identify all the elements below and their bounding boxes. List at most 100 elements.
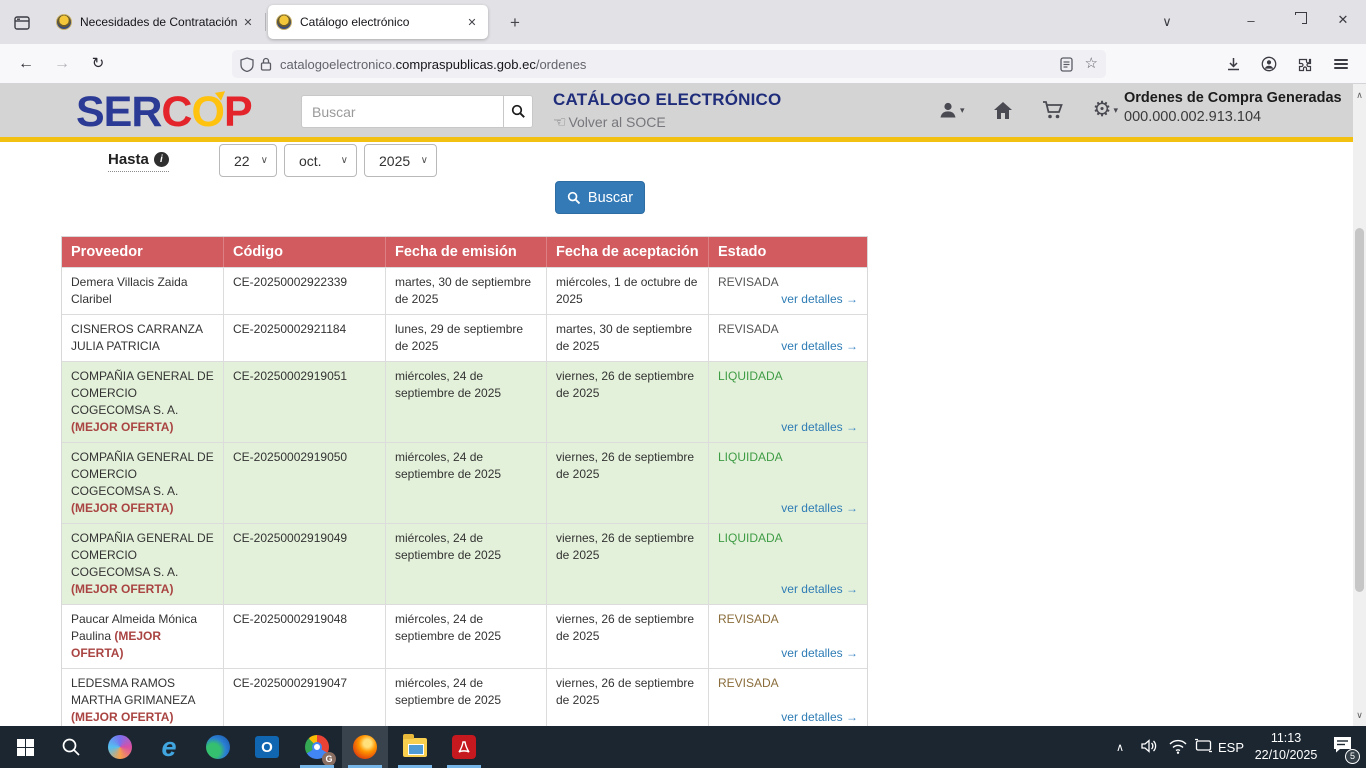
- start-button[interactable]: [2, 726, 48, 768]
- info-icon[interactable]: i: [154, 152, 169, 167]
- tab-title: Necesidades de Contratación y: [80, 15, 240, 29]
- cell-proveedor: COMPAÑIA GENERAL DE COMERCIO COGECOMSA S…: [62, 443, 224, 523]
- new-tab-button[interactable]: +: [503, 11, 527, 35]
- extensions-icon[interactable]: [1290, 51, 1320, 77]
- tab-catalogo-active[interactable]: Catálogo electrónico ✕: [268, 5, 488, 39]
- gear-icon: ⚙: [1093, 100, 1112, 120]
- desktop: Necesidades de Contratación y ✕ Catálogo…: [0, 0, 1366, 768]
- caret-down-icon: ▾: [1113, 105, 1118, 116]
- buscar-button[interactable]: Buscar: [555, 181, 645, 214]
- ver-detalles-link[interactable]: ver detalles →: [781, 500, 858, 517]
- cell-fecha-emision: lunes, 29 de septiembre de 2025: [386, 315, 547, 361]
- taskbar-outlook-icon[interactable]: O: [244, 726, 290, 768]
- catalog-search-button[interactable]: [503, 95, 533, 128]
- ver-detalles-link[interactable]: ver detalles →: [781, 291, 858, 308]
- scrollbar-thumb[interactable]: [1355, 228, 1364, 592]
- cell-fecha-aceptacion: viernes, 26 de septiembre de 2025: [547, 362, 709, 442]
- tab-close-icon[interactable]: ✕: [464, 16, 480, 29]
- table-row: Paucar Almeida Mónica Paulina (MEJOR OFE…: [62, 604, 867, 668]
- home-icon: [993, 101, 1013, 120]
- scroll-up-arrow[interactable]: ∧: [1353, 88, 1366, 102]
- url-text: catalogoelectronico.compraspublicas.gob.…: [280, 57, 1052, 72]
- downloads-icon[interactable]: [1218, 51, 1248, 77]
- arrow-right-icon: →: [846, 420, 858, 434]
- forward-button[interactable]: →: [48, 51, 76, 77]
- ver-detalles-link[interactable]: ver detalles →: [781, 581, 858, 598]
- list-all-tabs-icon[interactable]: ∨: [1144, 8, 1190, 36]
- taskbar-acrobat-icon[interactable]: [441, 726, 487, 768]
- year-select[interactable]: 2025∨: [364, 144, 437, 177]
- reload-button[interactable]: ↻: [84, 51, 112, 77]
- status-badge: LIQUIDADA: [718, 530, 858, 547]
- windows-taskbar: e O G ∧ ESP 11:13 2: [0, 726, 1366, 768]
- firefox-view-icon[interactable]: [8, 9, 36, 36]
- day-select[interactable]: 22∨: [219, 144, 277, 177]
- taskbar-copilot-icon[interactable]: [97, 726, 143, 768]
- scroll-down-arrow[interactable]: ∨: [1353, 708, 1366, 722]
- cell-estado: REVISADA ver detalles →: [709, 605, 867, 668]
- bookmark-star-icon[interactable]: ☆: [1085, 57, 1098, 71]
- window-minimize-button[interactable]: –: [1228, 0, 1274, 40]
- page-title: CATÁLOGO ELECTRÓNICO: [553, 90, 781, 110]
- account-summary: Ordenes de Compra Generadas 000.000.002.…: [1124, 90, 1350, 125]
- menu-hamburger-icon[interactable]: [1326, 51, 1356, 77]
- catalog-search-input[interactable]: [301, 95, 503, 128]
- clock[interactable]: 11:13 22/10/2025: [1248, 730, 1324, 764]
- taskbar-file-explorer-icon[interactable]: [392, 726, 438, 768]
- header-icon-menu: ▾ ⚙ ▾: [938, 100, 1118, 120]
- tray-chevron-up-icon[interactable]: ∧: [1116, 726, 1124, 768]
- column-header: Código: [224, 237, 386, 267]
- settings-menu-button[interactable]: ⚙ ▾: [1093, 100, 1118, 120]
- ver-detalles-link[interactable]: ver detalles →: [781, 338, 858, 355]
- language-indicator[interactable]: ESP: [1218, 726, 1244, 768]
- mejor-oferta-badge: (MEJOR OFERTA): [71, 501, 173, 515]
- ver-detalles-link[interactable]: ver detalles →: [781, 419, 858, 436]
- table-row: LEDESMA RAMOS MARTHA GRIMANEZA (MEJOR OF…: [62, 668, 867, 726]
- notifications-button[interactable]: 5: [1332, 735, 1353, 759]
- taskbar-chrome-icon[interactable]: G: [294, 726, 340, 768]
- back-button[interactable]: ←: [12, 51, 40, 77]
- volume-icon[interactable]: [1140, 737, 1160, 760]
- table-header-row: ProveedorCódigoFecha de emisiónFecha de …: [62, 237, 867, 267]
- catalog-search: [301, 95, 533, 128]
- cell-proveedor: Paucar Almeida Mónica Paulina (MEJOR OFE…: [62, 605, 224, 668]
- search-icon: [511, 104, 526, 119]
- cell-proveedor: COMPAÑIA GENERAL DE COMERCIO COGECOMSA S…: [62, 524, 224, 604]
- tab-close-icon[interactable]: ✕: [240, 16, 256, 29]
- taskbar-edge-icon[interactable]: [195, 726, 241, 768]
- cell-codigo: CE-20250002919047: [224, 669, 386, 726]
- wifi-icon[interactable]: [1168, 739, 1188, 759]
- arrow-right-icon: →: [846, 339, 858, 353]
- user-icon: [938, 100, 958, 120]
- sercop-logo[interactable]: SERCOP: [76, 90, 252, 134]
- display-connect-icon[interactable]: [1194, 737, 1213, 759]
- cell-fecha-emision: miércoles, 24 de septiembre de 2025: [386, 362, 547, 442]
- reader-mode-icon[interactable]: [1060, 57, 1073, 72]
- ver-detalles-link[interactable]: ver detalles →: [781, 709, 858, 726]
- home-button[interactable]: [993, 101, 1013, 120]
- cell-estado: REVISADA ver detalles →: [709, 669, 867, 726]
- window-close-button[interactable]: ✕: [1320, 0, 1366, 40]
- window-restore-button[interactable]: [1274, 0, 1320, 40]
- taskbar-internet-explorer-icon[interactable]: e: [146, 726, 192, 768]
- ver-detalles-link[interactable]: ver detalles →: [781, 645, 858, 662]
- account-icon[interactable]: [1254, 51, 1284, 77]
- month-select[interactable]: oct.∨: [284, 144, 357, 177]
- volver-al-soce-link[interactable]: ☜Volver al SOCE: [553, 113, 781, 131]
- lock-icon: [260, 57, 272, 71]
- notification-count-badge: 5: [1345, 749, 1360, 764]
- page-scrollbar[interactable]: ∧ ∨: [1353, 84, 1366, 726]
- sercop-header: SERCOP CATÁLOGO ELECTRÓNICO ☜Volver al S…: [0, 84, 1366, 142]
- cell-fecha-aceptacion: viernes, 26 de septiembre de 2025: [547, 605, 709, 668]
- cell-codigo: CE-20250002919050: [224, 443, 386, 523]
- mejor-oferta-badge: (MEJOR OFERTA): [71, 420, 173, 434]
- taskbar-firefox-icon[interactable]: [342, 726, 388, 768]
- tab-necesidades[interactable]: Necesidades de Contratación y ✕: [48, 5, 264, 39]
- taskbar-search-button[interactable]: [48, 726, 94, 768]
- chrome-profile-badge: G: [322, 752, 336, 766]
- address-bar[interactable]: catalogoelectronico.compraspublicas.gob.…: [232, 50, 1106, 78]
- user-menu-button[interactable]: ▾: [938, 100, 965, 120]
- cart-button[interactable]: [1042, 100, 1064, 120]
- table-row: COMPAÑIA GENERAL DE COMERCIO COGECOMSA S…: [62, 523, 867, 604]
- column-header: Fecha de emisión: [386, 237, 547, 267]
